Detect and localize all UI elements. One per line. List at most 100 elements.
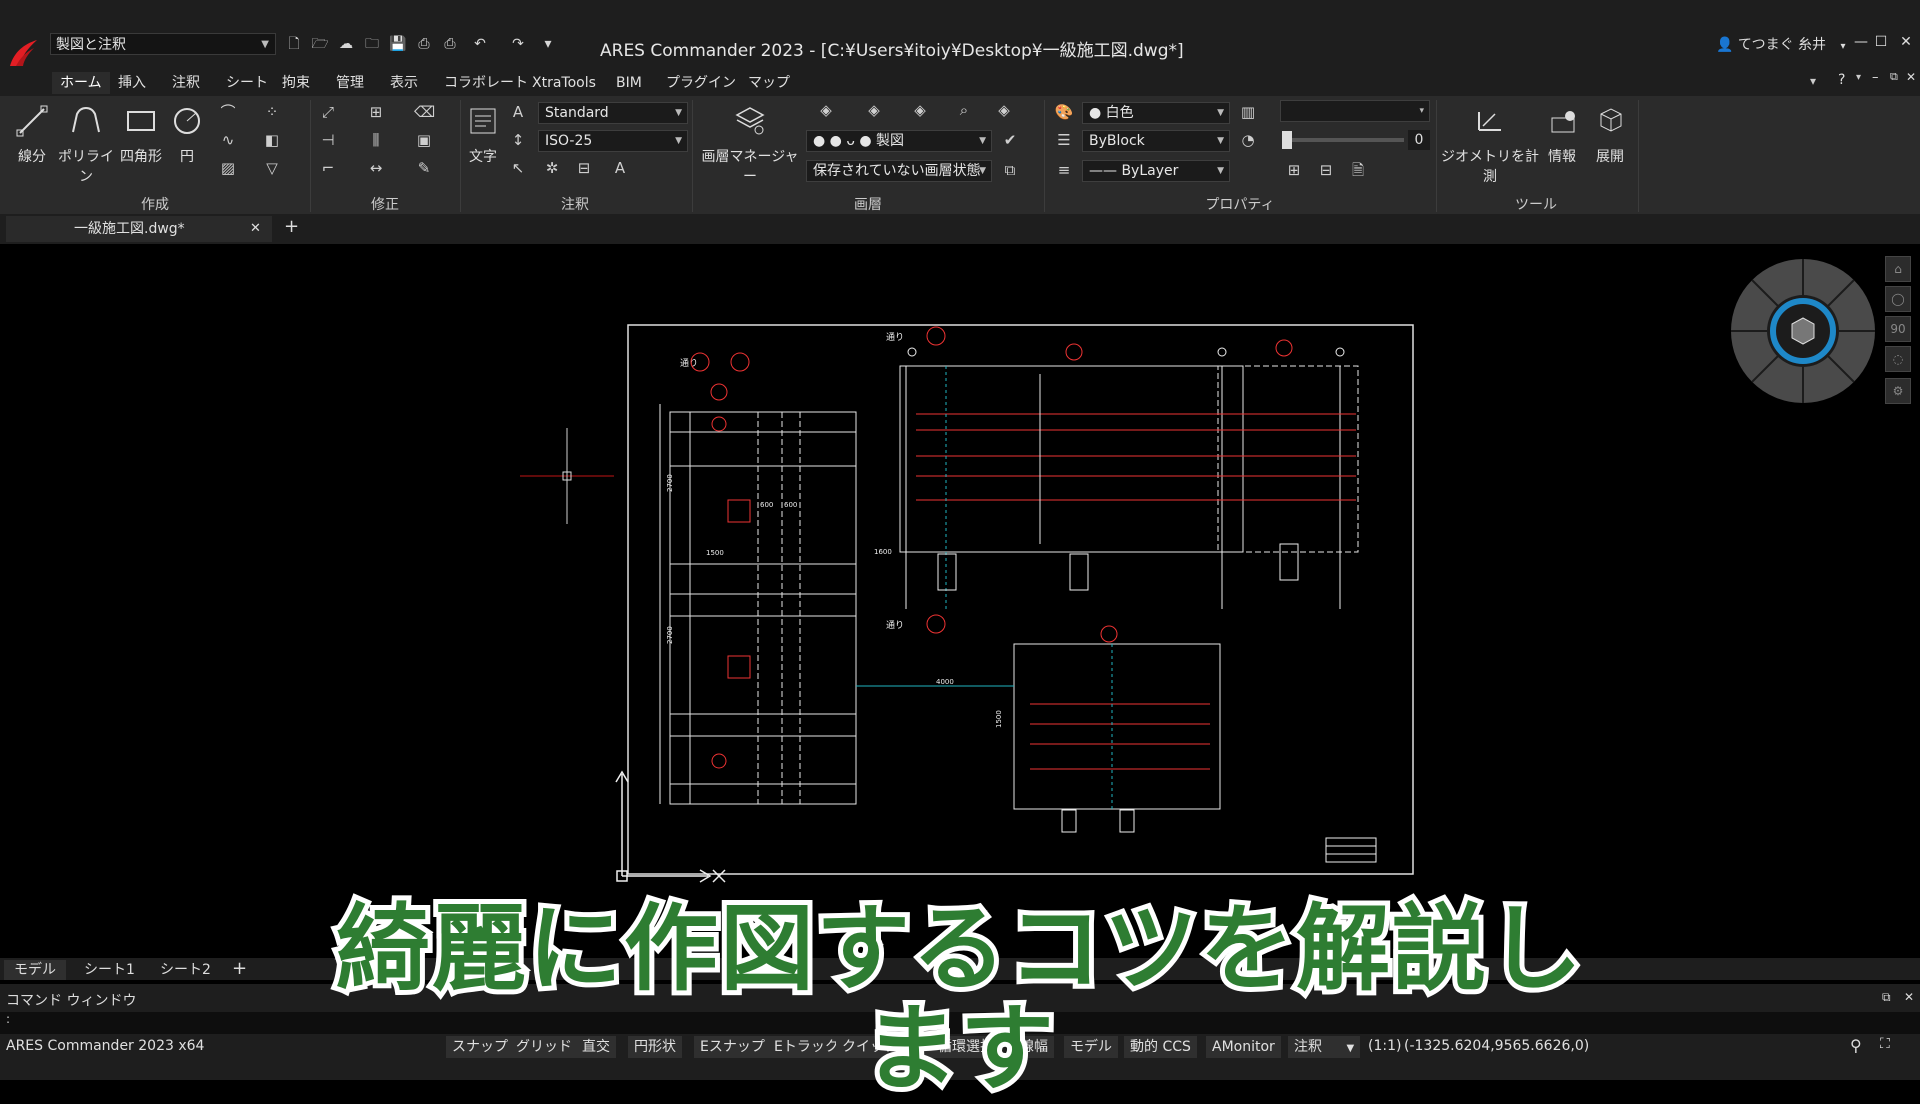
- sheet-tab-model[interactable]: モデル: [4, 960, 66, 980]
- make-current-icon[interactable]: ✔: [1000, 130, 1020, 150]
- hatch-icon[interactable]: ▨: [218, 158, 238, 178]
- tab-constrain[interactable]: 拘束: [274, 72, 318, 94]
- layer-manager-button[interactable]: 画層マネージャー: [698, 104, 802, 186]
- tab-annotate[interactable]: 注釈: [164, 72, 208, 94]
- layer-freeze-icon[interactable]: ◈: [994, 100, 1014, 120]
- measure-geometry-button[interactable]: ジオメトリを計測: [1440, 104, 1540, 186]
- lineweight-icon[interactable]: ≡: [1054, 160, 1074, 180]
- print-icon[interactable]: ⎙: [440, 34, 460, 54]
- text-style-icon[interactable]: A: [508, 102, 528, 122]
- move-icon[interactable]: ⤢: [318, 102, 338, 122]
- tab-insert[interactable]: 挿入: [110, 72, 154, 94]
- settings-gear-icon[interactable]: ⚙: [1885, 378, 1911, 404]
- transparency-slider-track[interactable]: [1282, 138, 1404, 142]
- trim-icon[interactable]: ⊣: [318, 130, 338, 150]
- tab-xtratools[interactable]: XtraTools: [524, 72, 604, 94]
- home-view-icon[interactable]: ⌂: [1885, 256, 1911, 282]
- fillet-icon[interactable]: ⌐: [318, 158, 338, 178]
- rotate-90-button[interactable]: 90: [1885, 316, 1911, 342]
- undo-icon[interactable]: ↶: [470, 34, 490, 54]
- user-account[interactable]: 👤 てつまぐ 糸井 ▾: [1716, 34, 1846, 54]
- open-file-icon[interactable]: 🗁: [310, 34, 330, 54]
- point-icon[interactable]: ⁘: [262, 102, 282, 122]
- lineweight-select[interactable]: —— ByLayer ▼: [1082, 160, 1230, 182]
- table-icon[interactable]: ⊟: [574, 158, 594, 178]
- navigation-wheel[interactable]: [1728, 256, 1878, 406]
- dim-style-select[interactable]: ISO-25 ▼: [538, 130, 688, 152]
- ribbon-collapse-icon[interactable]: ▾: [1810, 74, 1816, 88]
- layer-find-icon[interactable]: ⌕: [954, 100, 974, 120]
- linetype-icon[interactable]: ☰: [1054, 130, 1074, 150]
- plot-style-select[interactable]: ▾: [1280, 100, 1430, 122]
- text-style-select[interactable]: Standard ▼: [538, 102, 688, 124]
- color-icon[interactable]: 🎨: [1054, 102, 1074, 122]
- color-select[interactable]: ● 白色 ▼: [1082, 102, 1230, 124]
- new-tab-icon[interactable]: +: [284, 216, 299, 237]
- tab-home[interactable]: ホーム: [52, 72, 110, 94]
- layer-off-icon[interactable]: ◈: [910, 100, 930, 120]
- new-file-icon[interactable]: 🗋: [284, 34, 304, 54]
- tab-collaborate[interactable]: コラボレート: [436, 72, 536, 94]
- transparency-value[interactable]: 0: [1408, 130, 1430, 150]
- layer-state-select[interactable]: 保存されていない画層状態 ▼: [806, 160, 992, 182]
- erase-icon[interactable]: ⌫: [414, 102, 435, 122]
- maximize-icon[interactable]: ☐: [1868, 34, 1894, 54]
- help-button[interactable]: ?: [1838, 72, 1845, 88]
- tab-sheet[interactable]: シート: [218, 72, 276, 94]
- fullscreen-icon[interactable]: ⛶: [1880, 1036, 1890, 1052]
- open-folder-icon[interactable]: 🗀: [362, 34, 382, 54]
- tab-manage[interactable]: 管理: [328, 72, 372, 94]
- pan-icon[interactable]: ◌: [1885, 346, 1911, 372]
- sheet-tab-1[interactable]: シート1: [74, 960, 145, 980]
- document-tab[interactable]: 一級施工図.dwg* ✕: [6, 216, 272, 242]
- transparency-icon[interactable]: ▥: [1238, 102, 1258, 122]
- explode-icon[interactable]: ▣: [414, 130, 434, 150]
- tab-view[interactable]: 表示: [382, 72, 426, 94]
- layer-isolate-icon[interactable]: ◈: [864, 100, 884, 120]
- linetype-select[interactable]: ByBlock ▼: [1082, 130, 1230, 152]
- command-restore-icon[interactable]: ⧉: [1882, 990, 1891, 1005]
- array-icon[interactable]: ⊞: [366, 102, 386, 122]
- stretch-icon[interactable]: ↔: [366, 158, 386, 178]
- close-icon[interactable]: ✕: [1893, 34, 1919, 54]
- layer-previous-icon[interactable]: ◈: [816, 100, 836, 120]
- orbit-icon[interactable]: ◯: [1885, 286, 1911, 312]
- location-pin-icon[interactable]: ⚲: [1850, 1036, 1862, 1055]
- doc-close-icon[interactable]: ✕: [1906, 70, 1916, 84]
- spline-icon[interactable]: ∿: [218, 130, 238, 150]
- expand-button[interactable]: 展開: [1592, 104, 1628, 166]
- tab-map[interactable]: マップ: [740, 72, 798, 94]
- save-cloud-icon[interactable]: ⎙: [414, 34, 434, 54]
- command-close-icon[interactable]: ✕: [1904, 990, 1914, 1004]
- sheet-tab-2[interactable]: シート2: [150, 960, 221, 980]
- wipeout-icon[interactable]: ▽: [262, 158, 282, 178]
- transparency-slider-handle[interactable]: [1282, 131, 1292, 149]
- doc-minimize-icon[interactable]: –: [1872, 70, 1879, 85]
- rectangle-tool-button[interactable]: 四角形: [118, 104, 164, 166]
- ares-logo-icon[interactable]: [8, 38, 38, 68]
- arc-icon[interactable]: ⌒: [218, 102, 238, 122]
- dim-style-icon[interactable]: ↕: [508, 130, 528, 150]
- region-icon[interactable]: ◧: [262, 130, 282, 150]
- transparency-slider-icon[interactable]: ◔: [1238, 130, 1258, 150]
- help-chevron-icon[interactable]: ▾: [1856, 72, 1861, 83]
- add-sheet-icon[interactable]: +: [232, 958, 247, 979]
- redo-icon[interactable]: ↷: [508, 34, 528, 54]
- current-layer-select[interactable]: ● ● ᴗ ● 製図 ▼: [806, 130, 992, 152]
- field-icon[interactable]: A: [610, 158, 630, 178]
- qat-more-icon[interactable]: ▾: [538, 34, 558, 54]
- workspace-select[interactable]: 製図と注釈 ▼: [50, 33, 276, 55]
- doc-restore-icon[interactable]: ⧉: [1890, 70, 1898, 84]
- mirror-icon[interactable]: ⫼: [366, 130, 386, 150]
- close-tab-icon[interactable]: ✕: [250, 216, 261, 242]
- properties-icon[interactable]: ⊟: [1316, 160, 1336, 180]
- tab-bim[interactable]: BIM: [608, 72, 650, 94]
- layer-state-manager-icon[interactable]: ⧉: [1000, 160, 1020, 180]
- save-icon[interactable]: 💾: [388, 34, 408, 54]
- match-properties-icon[interactable]: ✎: [414, 158, 434, 178]
- cloud-open-icon[interactable]: ☁: [336, 34, 356, 54]
- quick-select-icon[interactable]: 🗎: [1348, 160, 1368, 180]
- circle-tool-button[interactable]: 円: [170, 104, 204, 166]
- multileader-icon[interactable]: ✲: [542, 158, 562, 178]
- info-button[interactable]: 情報: [1546, 104, 1578, 166]
